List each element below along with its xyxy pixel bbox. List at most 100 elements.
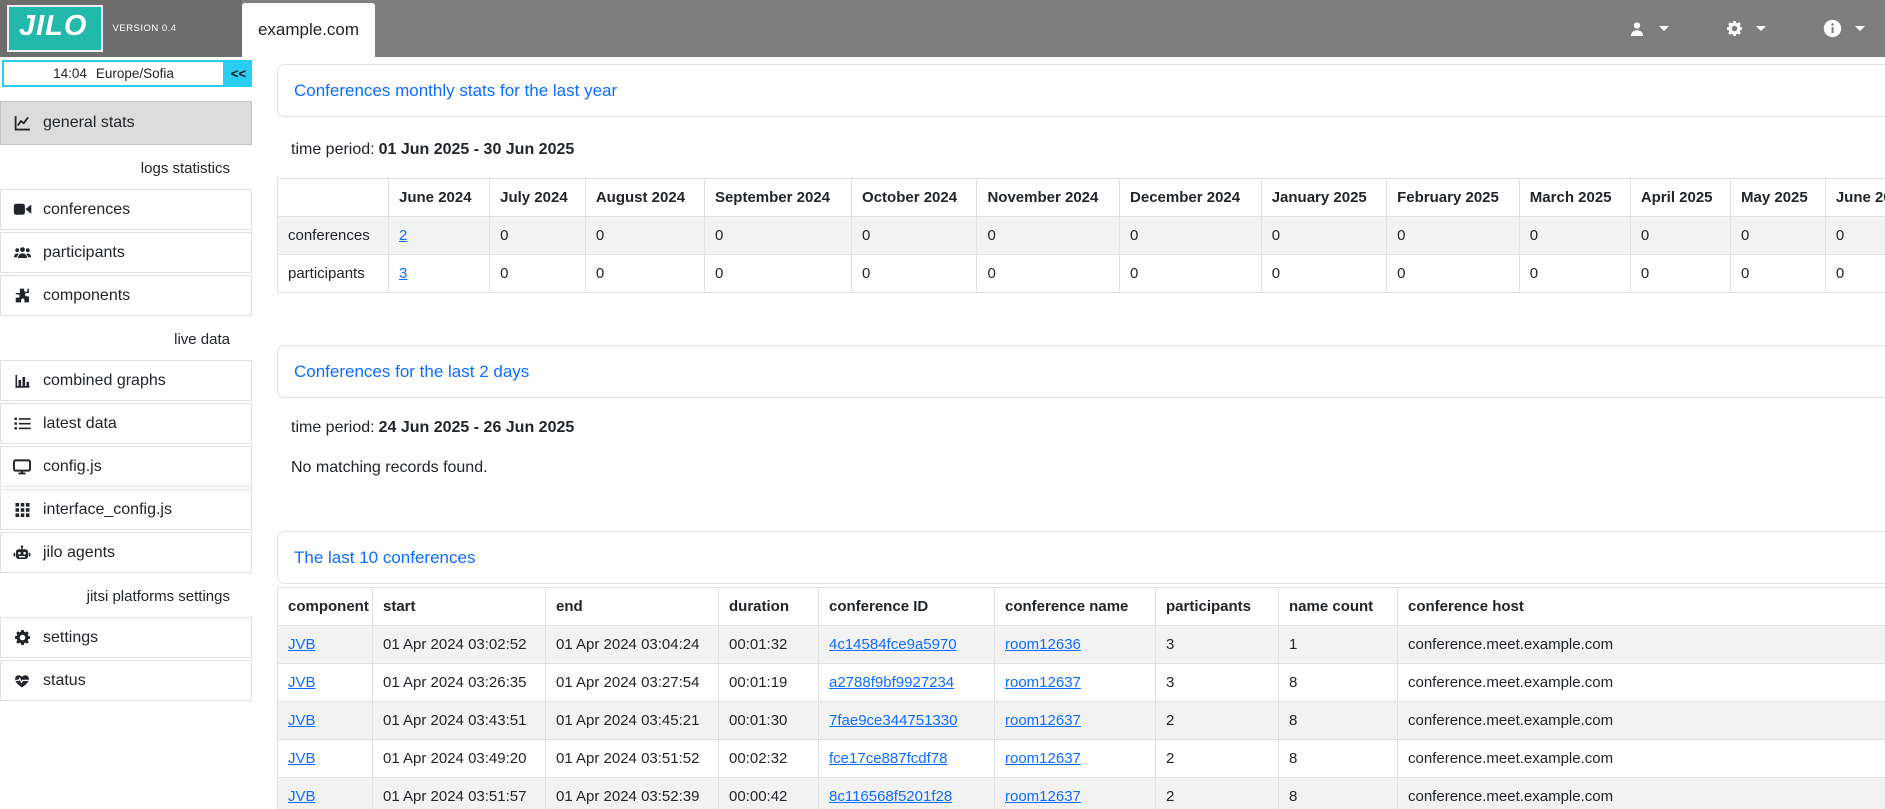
table-cell: conference.meet.example.com bbox=[1398, 778, 1885, 809]
table-link[interactable]: 8c116568f5201f28 bbox=[829, 788, 952, 805]
info-menu[interactable] bbox=[1823, 19, 1865, 38]
table-cell: 0 bbox=[1387, 255, 1520, 293]
clock-widget: 14:04 Europe/Sofia << bbox=[2, 60, 252, 87]
table-cell: 0 bbox=[1120, 217, 1262, 255]
table-link[interactable]: a2788f9bf9927234 bbox=[829, 674, 954, 691]
user-menu[interactable] bbox=[1628, 20, 1669, 38]
table-row: JVB 01 Apr 2024 03:51:5701 Apr 2024 03:52… bbox=[278, 778, 1885, 809]
table-cell: 00:01:32 bbox=[719, 626, 819, 664]
column-header: June 2024 bbox=[389, 179, 490, 217]
column-header: October 2024 bbox=[852, 179, 977, 217]
sidebar-item-label: latest data bbox=[43, 415, 117, 433]
table-cell: 01 Apr 2024 03:51:57 bbox=[373, 778, 546, 809]
user-icon bbox=[1628, 20, 1646, 38]
heart-pulse-icon bbox=[11, 673, 33, 689]
sidebar-item-label: combined graphs bbox=[43, 372, 166, 390]
table-cell: 01 Apr 2024 03:52:39 bbox=[546, 778, 719, 809]
table-cell: 0 bbox=[1120, 255, 1262, 293]
sidebar-item-general-stats[interactable]: general stats bbox=[0, 101, 252, 145]
sidebar-item-latest-data[interactable]: latest data bbox=[0, 403, 252, 444]
table-link[interactable]: 4c14584fce9a5970 bbox=[829, 636, 957, 653]
table-cell: 0 bbox=[704, 255, 851, 293]
sidebar-item-components[interactable]: components bbox=[0, 275, 252, 316]
column-header: start bbox=[373, 588, 546, 626]
table-cell: 01 Apr 2024 03:27:54 bbox=[546, 664, 719, 702]
gear-icon bbox=[1726, 20, 1743, 37]
sidebar-item-status[interactable]: status bbox=[0, 660, 252, 701]
sidebar-item-participants[interactable]: participants bbox=[0, 232, 252, 273]
table-cell: room12637 bbox=[995, 740, 1156, 778]
table-cell: 0 bbox=[1261, 255, 1386, 293]
no-records-message: No matching records found. bbox=[291, 459, 1885, 477]
sidebar-section-label: logs statistics bbox=[0, 147, 252, 189]
table-cell: 01 Apr 2024 03:02:52 bbox=[373, 626, 546, 664]
table-cell: 8 bbox=[1279, 740, 1398, 778]
table-link[interactable]: room12637 bbox=[1005, 788, 1081, 805]
last-conferences-table: componentstartenddurationconference IDco… bbox=[277, 587, 1885, 809]
settings-menu[interactable] bbox=[1726, 20, 1766, 37]
table-cell: 01 Apr 2024 03:51:52 bbox=[546, 740, 719, 778]
table-cell: 4c14584fce9a5970 bbox=[819, 626, 995, 664]
table-link[interactable]: JVB bbox=[288, 750, 316, 767]
table-cell: 0 bbox=[852, 217, 977, 255]
sidebar-item-config-js[interactable]: config.js bbox=[0, 446, 252, 487]
sidebar-item-jilo-agents[interactable]: jilo agents bbox=[0, 532, 252, 573]
table-link[interactable]: 7fae9ce344751330 bbox=[829, 712, 957, 729]
table-cell: a2788f9bf9927234 bbox=[819, 664, 995, 702]
table-link[interactable]: 3 bbox=[399, 265, 407, 282]
sidebar-item-label: general stats bbox=[43, 114, 135, 132]
table-cell: 0 bbox=[977, 217, 1120, 255]
panel-title-last-10-conferences[interactable]: The last 10 conferences bbox=[294, 548, 475, 568]
time-period-label: time period: bbox=[291, 419, 375, 436]
table-link[interactable]: JVB bbox=[288, 788, 316, 805]
sidebar-item-label: interface_config.js bbox=[43, 501, 172, 519]
monthly-stats-table: June 2024July 2024August 2024September 2… bbox=[277, 178, 1885, 293]
sidebar: 14:04 Europe/Sofia << general stats logs … bbox=[0, 57, 252, 703]
table-row: JVB01 Apr 2024 03:26:3501 Apr 2024 03:27… bbox=[278, 664, 1885, 702]
column-header: participants bbox=[1156, 588, 1279, 626]
sidebar-item-label: conferences bbox=[43, 201, 130, 219]
sidebar-item-interface-config-js[interactable]: interface_config.js bbox=[0, 489, 252, 530]
table-cell: 0 bbox=[1825, 217, 1885, 255]
table-cell: JVB bbox=[278, 626, 373, 664]
column-header bbox=[278, 179, 389, 217]
chevron-down-icon bbox=[1855, 26, 1865, 31]
table-link[interactable]: JVB bbox=[288, 674, 316, 691]
app-version: VERSION 0.4 bbox=[112, 23, 176, 34]
table-cell: 2 bbox=[1156, 740, 1279, 778]
table-cell: 8c116568f5201f28 bbox=[819, 778, 995, 809]
time-period-value: 01 Jun 2025 - 30 Jun 2025 bbox=[379, 141, 575, 158]
table-link[interactable]: room12637 bbox=[1005, 750, 1081, 767]
table-cell: 3 bbox=[1156, 664, 1279, 702]
top-header: JILO VERSION 0.4 example.com bbox=[0, 0, 1885, 57]
table-cell: JVB bbox=[278, 664, 373, 702]
sidebar-collapse-button[interactable]: << bbox=[225, 60, 252, 87]
bar-chart-icon bbox=[11, 373, 33, 389]
table-link[interactable]: room12637 bbox=[1005, 674, 1081, 691]
table-link[interactable]: room12637 bbox=[1005, 712, 1081, 729]
table-cell: 00:01:30 bbox=[719, 702, 819, 740]
sidebar-item-combined-graphs[interactable]: combined graphs bbox=[0, 360, 252, 401]
sidebar-item-label: components bbox=[43, 287, 130, 305]
table-link[interactable]: fce17ce887fcdf78 bbox=[829, 750, 947, 767]
table-cell: 8 bbox=[1279, 664, 1398, 702]
column-header: May 2025 bbox=[1731, 179, 1826, 217]
table-link[interactable]: JVB bbox=[288, 636, 316, 653]
time-period-last-2-days: time period:24 Jun 2025 - 26 Jun 2025 bbox=[291, 419, 1885, 437]
table-cell: 01 Apr 2024 03:49:20 bbox=[373, 740, 546, 778]
sidebar-item-label: status bbox=[43, 672, 86, 690]
table-link[interactable]: 2 bbox=[399, 227, 407, 244]
panel-title-monthly-stats[interactable]: Conferences monthly stats for the last y… bbox=[294, 81, 617, 101]
column-header: August 2024 bbox=[585, 179, 704, 217]
panel-title-last-2-days[interactable]: Conferences for the last 2 days bbox=[294, 362, 529, 382]
table-link[interactable]: JVB bbox=[288, 712, 316, 729]
table-cell: 0 bbox=[585, 217, 704, 255]
sidebar-item-conferences[interactable]: conferences bbox=[0, 189, 252, 230]
gear-icon bbox=[11, 629, 33, 646]
table-cell: 0 bbox=[1630, 255, 1730, 293]
platform-tab[interactable]: example.com bbox=[242, 3, 375, 57]
puzzle-icon bbox=[11, 287, 33, 304]
table-link[interactable]: room12636 bbox=[1005, 636, 1081, 653]
sidebar-item-settings[interactable]: settings bbox=[0, 617, 252, 658]
table-row: participants3000000000000 bbox=[278, 255, 1885, 293]
